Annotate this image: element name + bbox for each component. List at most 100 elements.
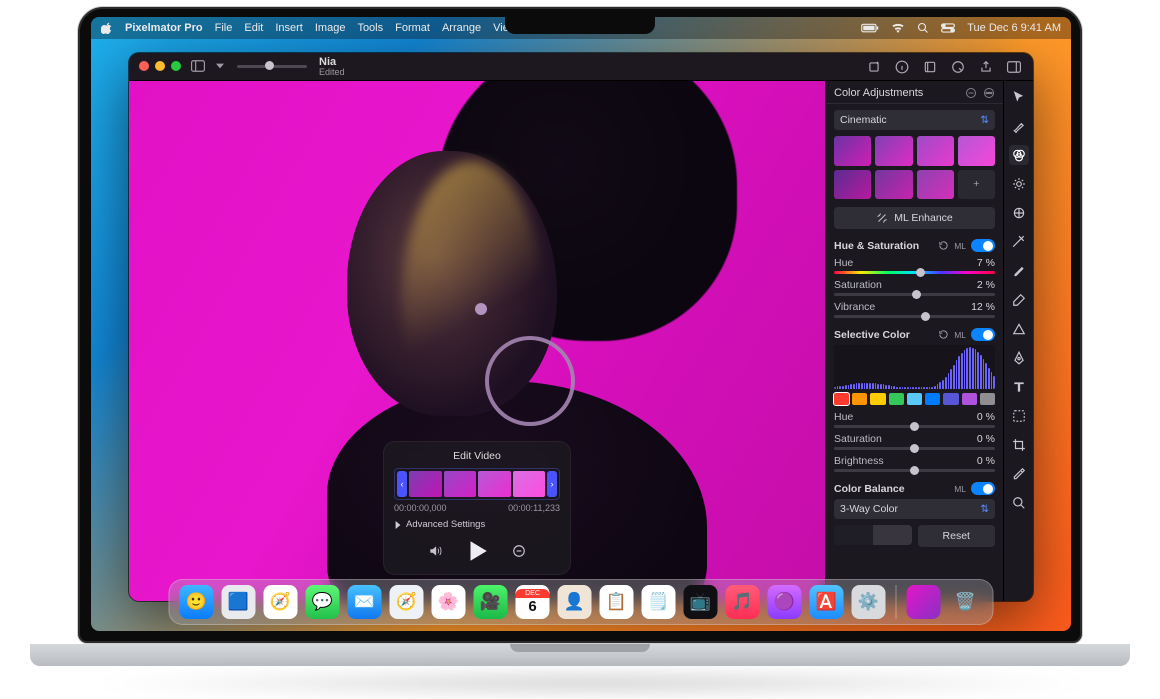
spotlight-icon[interactable]	[917, 22, 929, 34]
preset-thumbnail[interactable]	[834, 136, 871, 166]
trim-handle-end[interactable]: ›	[547, 471, 557, 497]
app-name-menu[interactable]: Pixelmator Pro	[125, 22, 203, 34]
color-picker-tool[interactable]	[1009, 464, 1029, 484]
selective-color-toggle[interactable]	[971, 328, 995, 341]
menu-arrange[interactable]: Arrange	[442, 22, 481, 34]
loop-button[interactable]	[512, 544, 526, 558]
dock-icon-trash[interactable]: 🗑️	[949, 585, 983, 619]
template-button[interactable]	[921, 58, 939, 76]
fullscreen-window-button[interactable]	[171, 61, 181, 71]
dock-icon-reminders[interactable]: 📋	[600, 585, 634, 619]
color-swatch[interactable]	[834, 393, 849, 405]
trim-handle-start[interactable]: ‹	[397, 471, 407, 497]
dock-icon-music[interactable]: 🎵	[726, 585, 760, 619]
color-swatch[interactable]	[925, 393, 940, 405]
dock-icon-finder[interactable]: 🙂	[180, 585, 214, 619]
battery-icon[interactable]	[861, 23, 879, 33]
zoom-tool[interactable]	[1009, 493, 1029, 513]
dock-icon-photos[interactable]: 🌸	[432, 585, 466, 619]
minimize-window-button[interactable]	[155, 61, 165, 71]
color-swatch[interactable]	[852, 393, 867, 405]
add-layer-button[interactable]	[865, 58, 883, 76]
reset-button[interactable]: Reset	[918, 525, 996, 547]
type-tool[interactable]	[1009, 377, 1029, 397]
sel-hue-slider[interactable]	[834, 425, 995, 428]
sidebar-dropdown-button[interactable]	[215, 57, 225, 75]
clock[interactable]: Tue Dec 6 9:41 AM	[967, 22, 1061, 34]
menu-image[interactable]: Image	[315, 22, 346, 34]
arrange-tool[interactable]	[1009, 87, 1029, 107]
reset-section-icon[interactable]	[938, 329, 949, 340]
color-swatch[interactable]	[943, 393, 958, 405]
preset-dropdown[interactable]: Cinematic ⇅	[834, 110, 995, 130]
preset-thumbnail[interactable]	[917, 170, 954, 200]
dock-icon-messages[interactable]: 💬	[306, 585, 340, 619]
menu-format[interactable]: Format	[395, 22, 430, 34]
dock-icon-calendar[interactable]: DEC6	[516, 585, 550, 619]
share-button[interactable]	[977, 58, 995, 76]
crop-tool[interactable]	[1009, 435, 1029, 455]
dock-icon-settings[interactable]: ⚙️	[852, 585, 886, 619]
menu-file[interactable]: File	[215, 22, 233, 34]
inspector-toggle-button[interactable]	[1005, 58, 1023, 76]
close-window-button[interactable]	[139, 61, 149, 71]
canvas[interactable]: Edit Video ‹ › 00:00:00,000 00:00:11,233	[129, 81, 825, 601]
dock-icon-mail[interactable]: ✉️	[348, 585, 382, 619]
menu-tools[interactable]: Tools	[357, 22, 383, 34]
presets-button[interactable]	[949, 58, 967, 76]
style-tool[interactable]	[1009, 116, 1029, 136]
wifi-icon[interactable]	[891, 23, 905, 33]
dock-icon-maps[interactable]: 🧭	[390, 585, 424, 619]
preset-thumbnail[interactable]	[875, 170, 912, 200]
before-after-toggle[interactable]	[834, 525, 912, 545]
dock-icon-notes[interactable]: 🗒️	[642, 585, 676, 619]
control-center-icon[interactable]	[941, 23, 955, 33]
select-tool[interactable]	[1009, 406, 1029, 426]
color-swatch[interactable]	[870, 393, 885, 405]
dock-icon-launchpad[interactable]: 🟦	[222, 585, 256, 619]
color-swatch[interactable]	[962, 393, 977, 405]
hue-slider[interactable]	[834, 271, 995, 274]
sel-bri-slider[interactable]	[834, 469, 995, 472]
apple-menu-icon[interactable]	[101, 22, 113, 34]
pen-tool[interactable]	[1009, 348, 1029, 368]
dock-icon-safari[interactable]: 🧭	[264, 585, 298, 619]
reshape-tool[interactable]	[1009, 232, 1029, 252]
color-swatch[interactable]	[907, 393, 922, 405]
add-preset-button[interactable]: +	[958, 170, 995, 200]
sel-sat-slider[interactable]	[834, 447, 995, 450]
retouch-tool[interactable]	[1009, 203, 1029, 223]
video-timeline[interactable]: ‹ ›	[394, 468, 560, 500]
shape-tool[interactable]	[1009, 319, 1029, 339]
preset-thumbnail[interactable]	[917, 136, 954, 166]
zoom-slider[interactable]	[237, 65, 307, 68]
color-swatch[interactable]	[889, 393, 904, 405]
color-adjustments-tool[interactable]	[1009, 145, 1029, 165]
preset-thumbnail[interactable]	[834, 170, 871, 200]
paint-tool[interactable]	[1009, 261, 1029, 281]
preset-thumbnail[interactable]	[875, 136, 912, 166]
color-swatch[interactable]	[980, 393, 995, 405]
panel-minus-icon[interactable]	[965, 87, 977, 99]
ml-enhance-button[interactable]: ML Enhance	[834, 207, 995, 229]
vibrance-slider[interactable]	[834, 315, 995, 318]
preset-thumbnail[interactable]	[958, 136, 995, 166]
panel-menu-icon[interactable]	[983, 87, 995, 99]
sidebar-toggle-button[interactable]	[189, 57, 207, 75]
play-button[interactable]	[464, 538, 490, 564]
dock-icon-facetime[interactable]: 🎥	[474, 585, 508, 619]
menu-edit[interactable]: Edit	[244, 22, 263, 34]
saturation-slider[interactable]	[834, 293, 995, 296]
color-balance-mode-dropdown[interactable]: 3-Way Color ⇅	[834, 499, 995, 519]
erase-tool[interactable]	[1009, 290, 1029, 310]
dock-icon-appstore[interactable]: 🅰️	[810, 585, 844, 619]
dock-icon-tv[interactable]: 📺	[684, 585, 718, 619]
menu-insert[interactable]: Insert	[275, 22, 303, 34]
hue-saturation-toggle[interactable]	[971, 239, 995, 252]
dock-icon-podcasts[interactable]: 🟣	[768, 585, 802, 619]
advanced-settings-toggle[interactable]: Advanced Settings	[394, 519, 560, 530]
dock-icon-contacts[interactable]: 👤	[558, 585, 592, 619]
info-button[interactable]	[893, 58, 911, 76]
effects-tool[interactable]	[1009, 174, 1029, 194]
reset-section-icon[interactable]	[938, 240, 949, 251]
